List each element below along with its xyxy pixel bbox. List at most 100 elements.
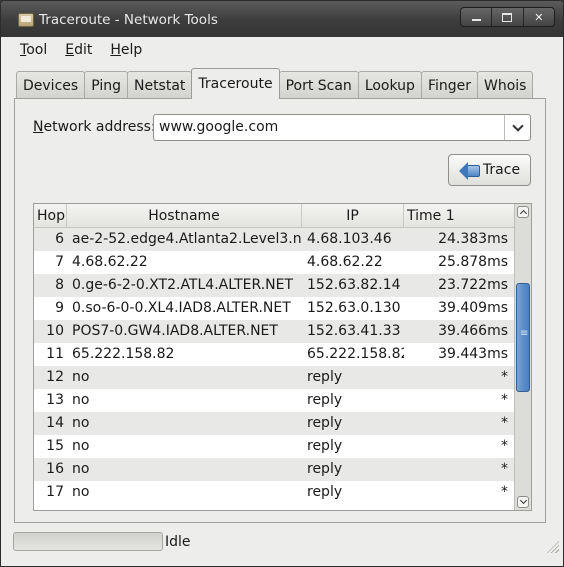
time-cell: 24.383ms	[438, 231, 508, 247]
menu-help-label: elp	[120, 42, 143, 58]
network-address-label: Network address:	[33, 119, 156, 135]
vertical-scrollbar[interactable]	[514, 204, 531, 510]
hop-cell: 6	[55, 231, 64, 247]
table-row[interactable]: 12 no reply *	[34, 366, 515, 389]
table-row[interactable]: 15 no reply *	[34, 435, 515, 458]
tool-tabs: Devices Ping Netstat Traceroute Port Sca…	[16, 68, 534, 99]
time-cell: 39.409ms	[438, 300, 508, 316]
time-cell: *	[501, 369, 508, 385]
window-title: Traceroute - Network Tools	[39, 12, 218, 28]
hostname-cell: no	[72, 415, 90, 431]
scrollbar-thumb[interactable]	[516, 283, 530, 392]
column-time-1[interactable]: Time 1	[404, 204, 515, 228]
hop-cell: 9	[55, 300, 64, 316]
menu-tool[interactable]: Tool	[11, 39, 56, 63]
ip-cell: 152.63.41.33	[307, 323, 401, 339]
ip-cell: 4.68.103.46	[307, 231, 392, 247]
maximize-icon	[502, 12, 513, 22]
network-address-mnemonic: N	[33, 119, 44, 135]
ip-cell: reply	[307, 415, 343, 431]
ip-cell: reply	[307, 438, 343, 454]
hostname-cell: 4.68.62.22	[72, 254, 148, 270]
hop-cell: 16	[46, 461, 64, 477]
tab-finger[interactable]: Finger	[420, 71, 478, 99]
hostname-cell: no	[72, 438, 90, 454]
table-row[interactable]: 17 no reply *	[34, 481, 515, 504]
resize-grip-icon[interactable]	[547, 541, 559, 553]
time-cell: 39.466ms	[438, 323, 508, 339]
menu-edit[interactable]: Edit	[56, 39, 101, 63]
close-button[interactable]: ✕	[524, 8, 554, 26]
table-row[interactable]: 11 65.222.158.82 65.222.158.82 39.443ms	[34, 343, 515, 366]
time-cell: *	[501, 484, 508, 500]
tab-traceroute[interactable]: Traceroute	[191, 68, 280, 99]
ip-cell: 4.68.62.22	[307, 254, 383, 270]
ip-cell: 152.63.82.14	[307, 277, 401, 293]
column-ip[interactable]: IP	[302, 204, 404, 228]
scroll-down-icon	[519, 496, 528, 505]
hostname-cell: 65.222.158.82	[72, 346, 175, 362]
hostname-cell: ae-2-52.edge4.Atlanta2.Level3.net	[72, 231, 302, 247]
table-row[interactable]: 8 0.ge-6-2-0.XT2.ATL4.ALTER.NET 152.63.82.…	[34, 274, 515, 297]
table-body: 6 ae-2-52.edge4.Atlanta2.Level3.net 4.68.1…	[34, 228, 515, 504]
menu-tool-label: ool	[26, 42, 48, 58]
scroll-down-button[interactable]	[517, 496, 529, 508]
menu-help[interactable]: Help	[101, 39, 151, 63]
tab-ping[interactable]: Ping	[84, 71, 128, 99]
network-address-combobox[interactable]: www.google.com	[153, 114, 531, 141]
scroll-up-button[interactable]	[517, 206, 529, 218]
hop-cell: 8	[55, 277, 64, 293]
table-row[interactable]: 10 POS7-0.GW4.IAD8.ALTER.NET 152.63.41.33 3…	[34, 320, 515, 343]
address-dropdown-button[interactable]	[504, 115, 530, 140]
hostname-cell: no	[72, 369, 90, 385]
hostname-cell: POS7-0.GW4.IAD8.ALTER.NET	[72, 323, 278, 339]
hop-cell: 12	[46, 369, 64, 385]
hostname-cell: 0.ge-6-2-0.XT2.ATL4.ALTER.NET	[72, 277, 294, 293]
time-cell: *	[501, 415, 508, 431]
time-cell: *	[501, 392, 508, 408]
table-row[interactable]: 9 0.so-6-0-0.XL4.IAD8.ALTER.NET 152.63.0.1…	[34, 297, 515, 320]
column-hop[interactable]: Hop	[34, 204, 67, 228]
table-row[interactable]: 6 ae-2-52.edge4.Atlanta2.Level3.net 4.68.1…	[34, 228, 515, 251]
trace-button-label: Trace	[482, 162, 521, 178]
ip-cell: 65.222.158.82	[307, 346, 404, 362]
maximize-button[interactable]	[492, 8, 524, 26]
minimize-button[interactable]	[461, 8, 493, 26]
scroll-up-icon	[519, 209, 528, 218]
time-cell: 23.722ms	[438, 277, 508, 293]
status-text: Idle	[165, 534, 191, 550]
column-hostname[interactable]: Hostname	[67, 204, 302, 228]
table-row[interactable]: 14 no reply *	[34, 412, 515, 435]
time-cell: 39.443ms	[438, 346, 508, 362]
time-cell: *	[501, 461, 508, 477]
hop-cell: 11	[46, 346, 64, 362]
tab-port-scan[interactable]: Port Scan	[278, 71, 359, 99]
menu-bar: Tool Edit Help	[11, 39, 553, 63]
ip-cell: 152.63.0.130	[307, 300, 401, 316]
hostname-cell: 0.so-6-0-0.XL4.IAD8.ALTER.NET	[72, 300, 291, 316]
minimize-icon	[471, 19, 481, 21]
table-header: Hop Hostname IP Time 1	[34, 204, 515, 228]
tab-lookup[interactable]: Lookup	[357, 71, 422, 99]
hostname-cell: no	[72, 461, 90, 477]
dropdown-chevron-icon	[511, 119, 524, 132]
close-icon: ✕	[534, 10, 544, 24]
hop-cell: 13	[46, 392, 64, 408]
menu-help-mnemonic: H	[110, 42, 121, 58]
title-bar[interactable]: Traceroute - Network Tools ✕	[1, 1, 563, 37]
hop-cell: 15	[46, 438, 64, 454]
tab-devices[interactable]: Devices	[16, 71, 86, 99]
tab-whois[interactable]: Whois	[477, 71, 534, 99]
network-address-input[interactable]: www.google.com	[154, 115, 504, 140]
trace-button[interactable]: Trace	[448, 154, 531, 186]
hop-cell: 14	[46, 415, 64, 431]
table-row[interactable]: 13 no reply *	[34, 389, 515, 412]
network-address-label-text: etwork address:	[43, 119, 156, 135]
table-row[interactable]: 16 no reply *	[34, 458, 515, 481]
traceroute-results-table: Hop Hostname IP Time 1 6 ae-2-52.edge4.At…	[33, 203, 532, 511]
hop-cell: 7	[55, 254, 64, 270]
hostname-cell: no	[72, 484, 90, 500]
table-row[interactable]: 7 4.68.62.22 4.68.62.22 25.878ms	[34, 251, 515, 274]
menu-edit-mnemonic: E	[65, 42, 75, 58]
tab-netstat[interactable]: Netstat	[126, 71, 193, 99]
